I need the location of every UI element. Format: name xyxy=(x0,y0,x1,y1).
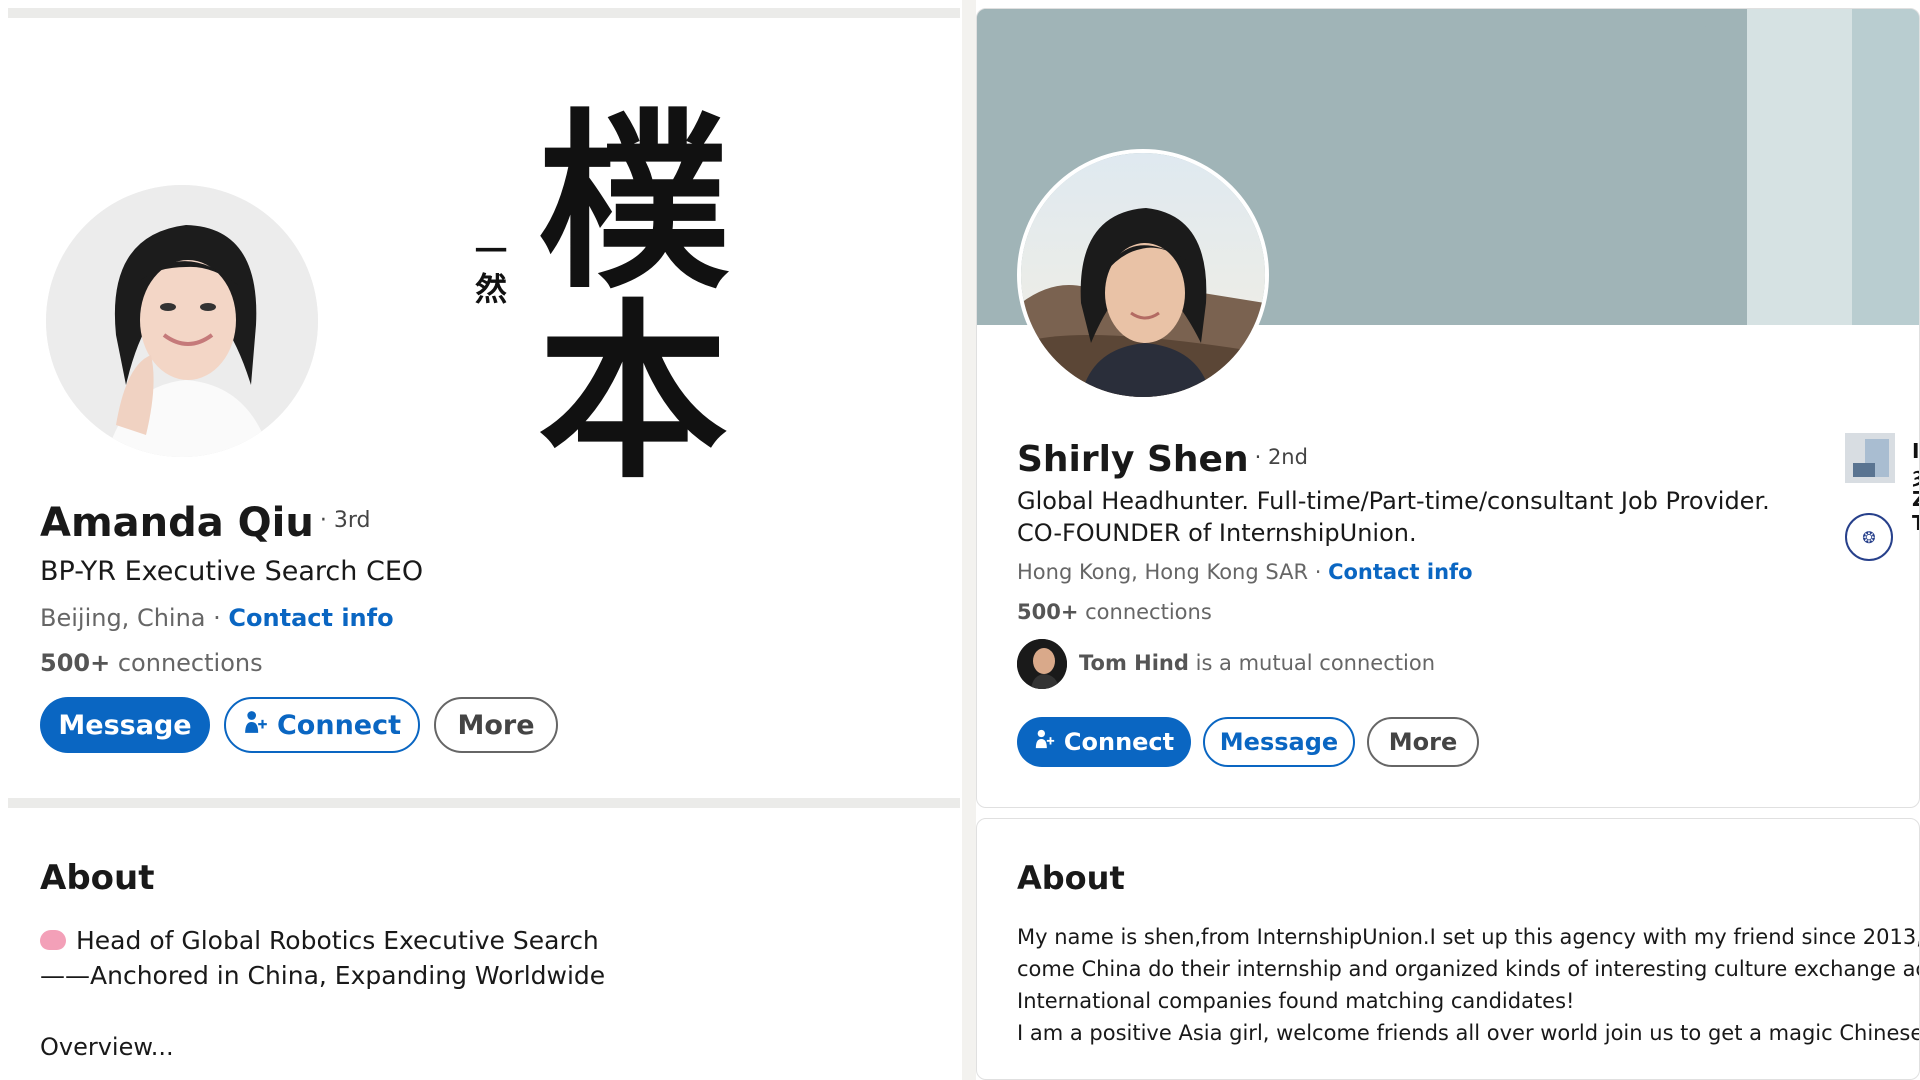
connection-degree: · 2nd xyxy=(1254,445,1308,469)
profile-location-row: Beijing, China · Contact info xyxy=(40,604,394,632)
section-separator xyxy=(8,798,960,808)
top-separator xyxy=(8,8,960,18)
banner-stripe xyxy=(1852,9,1919,325)
profile-location: Hong Kong, Hong Kong SAR xyxy=(1017,560,1309,584)
about-line: I am a positive Asia girl, welcome frien… xyxy=(1017,1021,1920,1045)
mutual-connection-avatar[interactable] xyxy=(1017,639,1067,689)
more-button[interactable]: More xyxy=(1367,717,1479,767)
mutual-connection-text[interactable]: Tom Hind is a mutual connection xyxy=(1079,651,1435,675)
brain-icon xyxy=(40,930,66,950)
message-button[interactable]: Message xyxy=(40,697,210,753)
left-profile-panel: 一然 樸 本 Amanda Qiu · 3rd BP-YR Executive S… xyxy=(0,0,962,1080)
right-about-card: About My name is shen,from InternshipUni… xyxy=(976,818,1920,1080)
about-title: About xyxy=(40,858,155,898)
profile-name-row: Amanda Qiu · 3rd xyxy=(40,500,370,546)
profile-location: Beijing, China xyxy=(40,604,206,632)
connection-degree: · 3rd xyxy=(319,508,371,533)
experience-logos: ❂ xyxy=(1845,433,1919,561)
message-button[interactable]: Message xyxy=(1203,717,1355,767)
about-line: My name is shen,from InternshipUnion.I s… xyxy=(1017,925,1920,949)
connect-button[interactable]: Connect xyxy=(1017,717,1191,767)
about-line: Head of Global Robotics Executive Search xyxy=(40,926,599,955)
university-seal-icon[interactable]: ❂ xyxy=(1845,513,1893,561)
panel-divider xyxy=(962,0,976,1080)
profile-name: Amanda Qiu xyxy=(40,500,314,546)
right-profile-card: Shirly Shen · 2nd Global Headhunter. Full… xyxy=(976,8,1920,808)
about-line: ——Anchored in China, Expanding Worldwide xyxy=(40,961,606,990)
calligraphy-big: 樸 本 xyxy=(538,91,749,504)
connections-count[interactable]: 500+ connections xyxy=(1017,600,1212,624)
contact-info-link[interactable]: Contact info xyxy=(228,604,393,632)
calligraphy-small: 一然 xyxy=(475,232,508,308)
profile-name-row: Shirly Shen · 2nd xyxy=(1017,439,1308,480)
company-logo-icon[interactable] xyxy=(1845,433,1895,483)
add-person-icon xyxy=(1034,728,1056,756)
more-button[interactable]: More xyxy=(434,697,558,753)
profile-headline: Global Headhunter. Full-time/Part-time/c… xyxy=(1017,487,1770,547)
truncated-experience-text: I ȝ Z T xyxy=(1912,439,1920,535)
about-text: My name is shen,from InternshipUnion.I s… xyxy=(1017,921,1920,1049)
profile-name: Shirly Shen xyxy=(1017,439,1249,480)
profile-photo[interactable] xyxy=(1017,149,1269,401)
about-title: About xyxy=(1017,859,1125,897)
connections-count[interactable]: 500+ connections xyxy=(40,649,263,677)
profile-headline: BP-YR Executive Search CEO xyxy=(40,556,424,587)
about-line: International companies found matching c… xyxy=(1017,989,1575,1013)
add-person-icon xyxy=(243,709,269,742)
about-line: come China do their internship and organ… xyxy=(1017,957,1920,981)
contact-info-link[interactable]: Contact info xyxy=(1328,560,1473,584)
connect-button[interactable]: Connect xyxy=(224,697,420,753)
profile-location-row: Hong Kong, Hong Kong SAR · Contact info xyxy=(1017,560,1473,584)
about-see-more[interactable]: Overview... xyxy=(40,1033,174,1061)
profile-photo[interactable] xyxy=(46,185,318,457)
